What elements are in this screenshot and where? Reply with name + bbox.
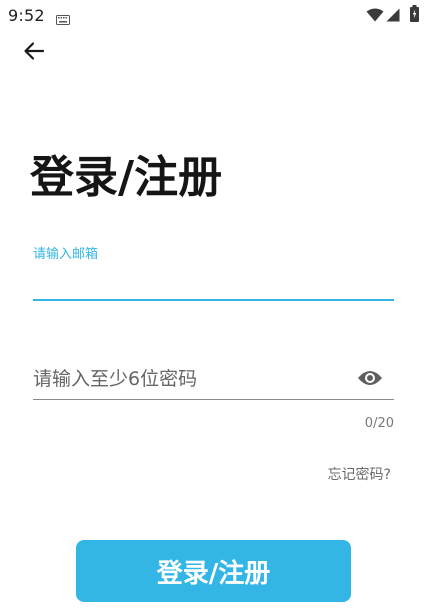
password-input[interactable] (33, 360, 343, 398)
keyboard-icon (56, 10, 70, 25)
login-screen: 9:52 登录/注册 请输入邮箱 0/20 忘记密码? 登录/注册 (0, 0, 427, 611)
status-time: 9:52 (8, 6, 45, 25)
login-register-button[interactable]: 登录/注册 (76, 540, 351, 602)
password-visibility-toggle[interactable] (355, 368, 385, 392)
password-char-counter: 0/20 (364, 416, 394, 431)
email-input[interactable] (33, 264, 394, 300)
password-underline (33, 399, 394, 400)
email-label: 请输入邮箱 (33, 247, 99, 262)
signal-icon (386, 7, 400, 22)
forgot-password-link[interactable]: 忘记密码? (328, 464, 391, 484)
battery-icon (410, 5, 419, 22)
password-field (33, 360, 394, 402)
arrow-left-icon (23, 41, 45, 65)
back-button[interactable] (14, 36, 54, 70)
status-bar: 9:52 (0, 0, 427, 28)
eye-icon (357, 369, 383, 391)
email-field: 请输入邮箱 (33, 240, 394, 304)
email-underline (33, 299, 394, 301)
wifi-icon (366, 7, 384, 22)
page-title: 登录/注册 (30, 152, 223, 203)
